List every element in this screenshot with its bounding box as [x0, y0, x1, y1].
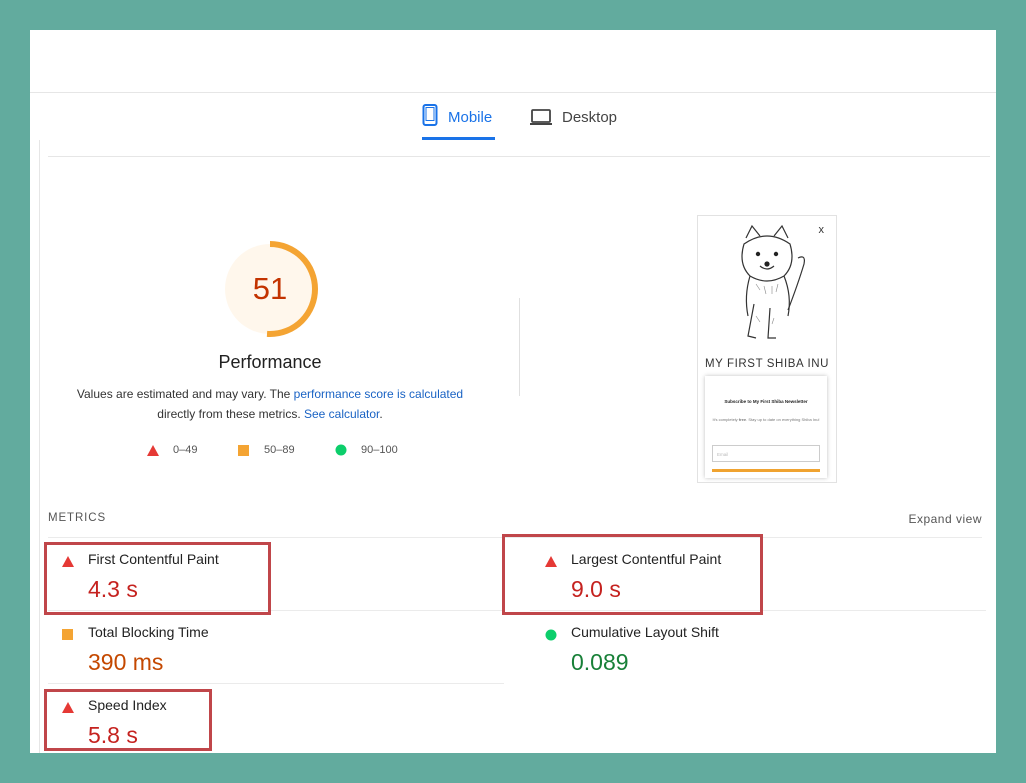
tab-mobile-label: Mobile — [448, 109, 493, 126]
desc-prefix: Values are estimated and may vary. The — [76, 387, 294, 401]
header-divider — [30, 92, 996, 93]
metrics-heading: METRICS — [48, 512, 107, 524]
newsletter-email-field: Email — [712, 445, 820, 462]
desc-suffix: . — [379, 407, 383, 421]
metric-value: 390 ms — [88, 649, 164, 675]
performance-title: Performance — [218, 352, 322, 372]
newsletter-popup: Subscribe to My First Shiba Newsletter I… — [705, 376, 827, 478]
performance-score-link[interactable]: performance score is calculated — [294, 387, 463, 401]
metric-label: Cumulative Layout Shift — [571, 624, 719, 640]
desktop-icon — [530, 109, 552, 130]
highlight-box-fcp — [44, 542, 271, 615]
left-border — [39, 140, 40, 753]
square-icon — [238, 444, 249, 456]
tab-desktop-label: Desktop — [562, 109, 618, 126]
active-tab-indicator — [422, 137, 495, 140]
brand-name: MY FIRST SHIBA INU — [704, 358, 830, 370]
see-calculator-link[interactable]: See calculator — [304, 407, 379, 421]
legend-poor-label: 0–49 — [173, 444, 198, 456]
metric-value: 0.089 — [571, 649, 629, 675]
legend-good-label: 90–100 — [361, 444, 398, 456]
mobile-icon — [422, 104, 438, 130]
legend-average-label: 50–89 — [264, 444, 295, 456]
desc-middle: directly from these metrics. — [157, 407, 304, 421]
newsletter-text: It's completely free. Stay up to date on… — [711, 416, 821, 423]
tab-desktop[interactable]: Desktop — [530, 104, 617, 142]
metrics-divider-left-2 — [48, 683, 504, 684]
metric-label: Total Blocking Time — [88, 624, 209, 640]
legend-good: 90–100 — [335, 444, 398, 456]
legend-average: 50–89 — [238, 444, 295, 456]
highlight-box-lcp — [502, 534, 763, 615]
close-icon: x — [818, 224, 825, 236]
pagespeed-report-panel: Mobile Desktop 51 Performance Values are… — [30, 30, 996, 753]
tabs-divider — [48, 156, 990, 157]
performance-description: Values are estimated and may vary. The p… — [70, 384, 470, 424]
square-icon — [62, 629, 73, 640]
triangle-icon — [147, 444, 159, 456]
newsletter-submit-bar — [712, 469, 820, 472]
shiba-dog-illustration — [741, 224, 805, 339]
newsletter-text-a: It's completely — [712, 417, 739, 422]
performance-score: 51 — [252, 271, 288, 306]
expand-view-button[interactable]: Expand view — [908, 512, 982, 526]
circle-icon — [545, 629, 557, 641]
page-screenshot-thumbnail[interactable]: x MY FIRST SHIBA INU Subscribe to My Fir… — [697, 215, 837, 483]
highlight-box-si — [44, 689, 212, 751]
circle-icon — [335, 444, 347, 456]
summary-divider — [519, 298, 520, 396]
newsletter-title: Subscribe to My First Shiba Newsletter — [724, 399, 808, 404]
newsletter-text-b: . Stay up to date on everything Shiba In… — [746, 417, 820, 422]
legend-poor: 0–49 — [147, 444, 197, 456]
